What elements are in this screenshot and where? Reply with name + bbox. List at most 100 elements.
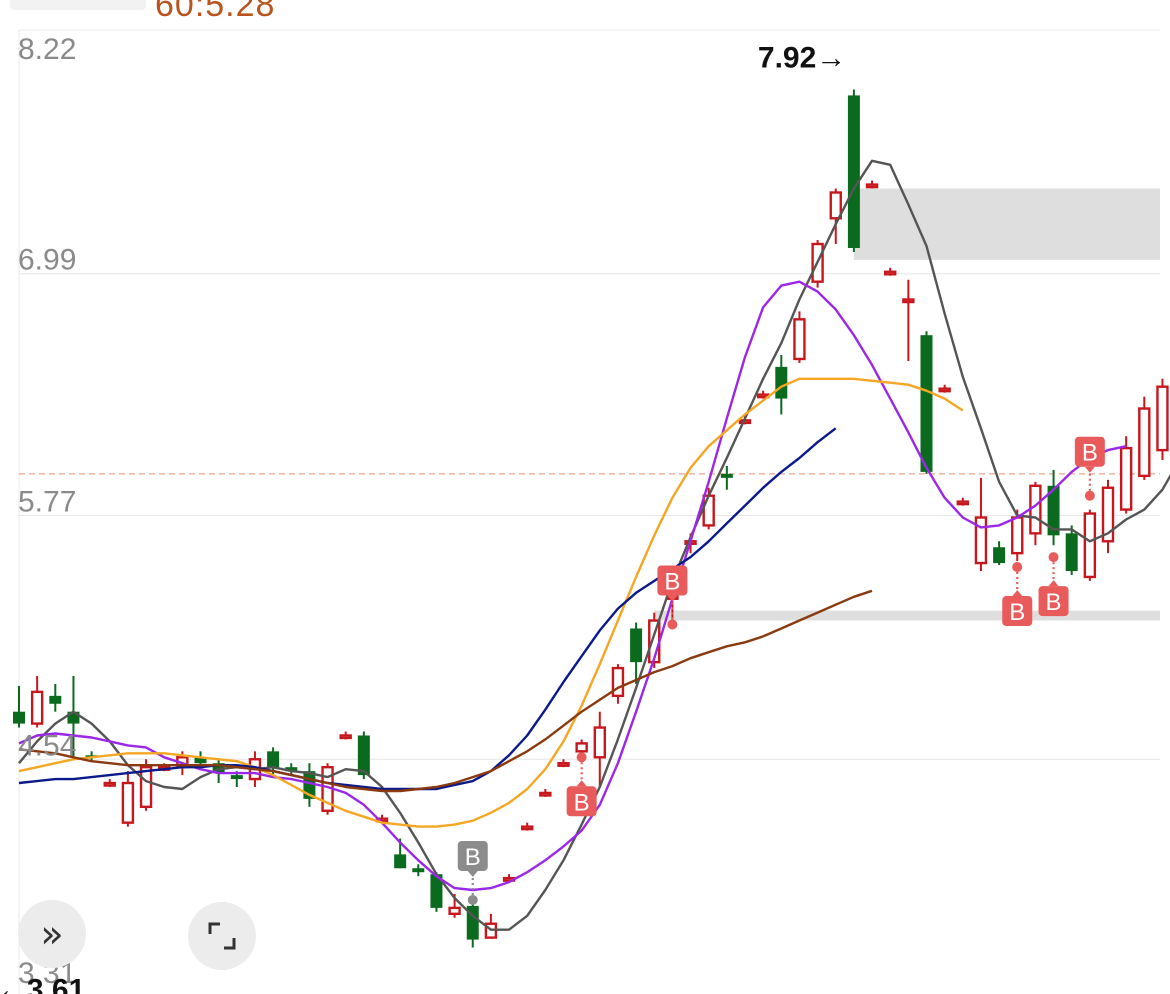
- candle-body: [993, 547, 1006, 564]
- price-zone: [853, 188, 1160, 260]
- candle-body: [793, 318, 806, 361]
- signal-pointer: [467, 870, 478, 877]
- buy-signal-marker: B: [1074, 436, 1105, 501]
- candle-body: [30, 690, 44, 725]
- candle-body: [1156, 385, 1169, 452]
- candle: [865, 180, 879, 189]
- expand-button[interactable]: »: [18, 900, 86, 968]
- candle-body: [230, 775, 243, 780]
- candle-body: [267, 751, 280, 768]
- candle-body: [575, 742, 588, 753]
- candlestick-chart: BBBB BB 8.226.995.774.543.31 7.92→ ←3.61: [0, 29, 1170, 994]
- candle: [521, 822, 534, 831]
- grid-lines: [18, 29, 1160, 994]
- candle: [339, 731, 352, 740]
- y-tick-label: 4.54: [18, 729, 76, 762]
- candle-body: [829, 191, 842, 220]
- signal-dot: [1048, 552, 1059, 563]
- candle: [793, 311, 806, 363]
- y-tick-label: 6.99: [18, 244, 76, 277]
- price-zone: [654, 610, 1160, 621]
- candle-body: [557, 762, 570, 767]
- signal-pointer: [576, 780, 587, 787]
- candle-body: [1119, 446, 1133, 511]
- candle: [1138, 396, 1151, 480]
- candle: [49, 683, 62, 712]
- candle: [902, 279, 915, 361]
- candle: [13, 685, 25, 728]
- y-tick-label: 5.77: [18, 486, 76, 519]
- buy-signal-marker: B: [566, 752, 597, 817]
- candle: [611, 664, 625, 704]
- candle: [1047, 469, 1060, 546]
- candle-body: [702, 494, 715, 527]
- candle-body: [339, 734, 352, 740]
- candle: [1029, 481, 1042, 546]
- candle: [847, 89, 860, 252]
- candle: [412, 864, 425, 877]
- y-axis-labels: 8.226.995.774.543.31: [18, 33, 76, 990]
- signal-label: B: [664, 569, 680, 596]
- candle: [557, 759, 570, 768]
- signal-label: B: [1046, 589, 1062, 616]
- y-tick-label: 8.22: [18, 33, 76, 66]
- high-price-label: 7.92→: [758, 41, 846, 74]
- signal-pointer: [1048, 580, 1059, 587]
- candle: [121, 771, 135, 827]
- candle-body: [884, 270, 897, 276]
- candle-body: [521, 825, 534, 831]
- candle: [920, 331, 933, 474]
- candle-body: [630, 628, 643, 663]
- signal-label: B: [465, 844, 481, 871]
- signal-dot: [667, 619, 678, 630]
- buy-signal-marker: B: [1038, 552, 1069, 617]
- signal-dot: [576, 752, 587, 763]
- signal-label: B: [574, 789, 590, 816]
- candle: [993, 541, 1006, 566]
- signal-dot: [467, 894, 478, 905]
- candle-body: [394, 854, 407, 869]
- candle-body: [611, 666, 625, 698]
- candle-body: [847, 95, 860, 248]
- candle-body: [1083, 512, 1097, 579]
- candle-body: [865, 183, 879, 189]
- signal-dot: [1012, 562, 1023, 573]
- candle-body: [902, 298, 915, 304]
- buy-signal-marker: B: [457, 840, 488, 905]
- candle: [103, 779, 116, 787]
- candle-body: [1011, 516, 1024, 555]
- signal-pointer: [1012, 590, 1023, 597]
- low-price-label: ←3.61: [0, 974, 85, 994]
- candle-body: [49, 695, 62, 704]
- candle: [539, 788, 552, 797]
- candle-body: [121, 781, 135, 824]
- candle: [884, 267, 897, 276]
- candle-body: [13, 711, 25, 724]
- candle-body: [448, 906, 461, 916]
- buy-signals: BBBB BB: [457, 436, 1105, 905]
- candle-body: [139, 765, 153, 809]
- candle-body: [720, 473, 733, 478]
- candle-body: [539, 791, 552, 797]
- candle-body: [103, 781, 116, 787]
- fullscreen-button[interactable]: [188, 902, 256, 970]
- candle-body: [1029, 484, 1042, 535]
- candle: [1156, 378, 1169, 461]
- candle: [1083, 509, 1097, 581]
- candle: [30, 676, 44, 728]
- candle-body: [920, 335, 933, 472]
- signal-label: B: [1082, 440, 1098, 467]
- candle-body: [938, 387, 951, 393]
- double-chevron-right-icon: »: [40, 912, 64, 956]
- candle: [938, 384, 951, 393]
- candle-body: [1138, 407, 1151, 478]
- candle: [139, 759, 153, 811]
- fullscreen-icon: [208, 922, 236, 950]
- candle-body: [357, 735, 370, 776]
- candle-body: [775, 366, 788, 399]
- buy-signal-marker: B: [1002, 562, 1033, 627]
- candle: [1101, 479, 1115, 554]
- signal-label: B: [1009, 599, 1025, 626]
- candle-body: [412, 868, 425, 873]
- candle: [720, 465, 733, 490]
